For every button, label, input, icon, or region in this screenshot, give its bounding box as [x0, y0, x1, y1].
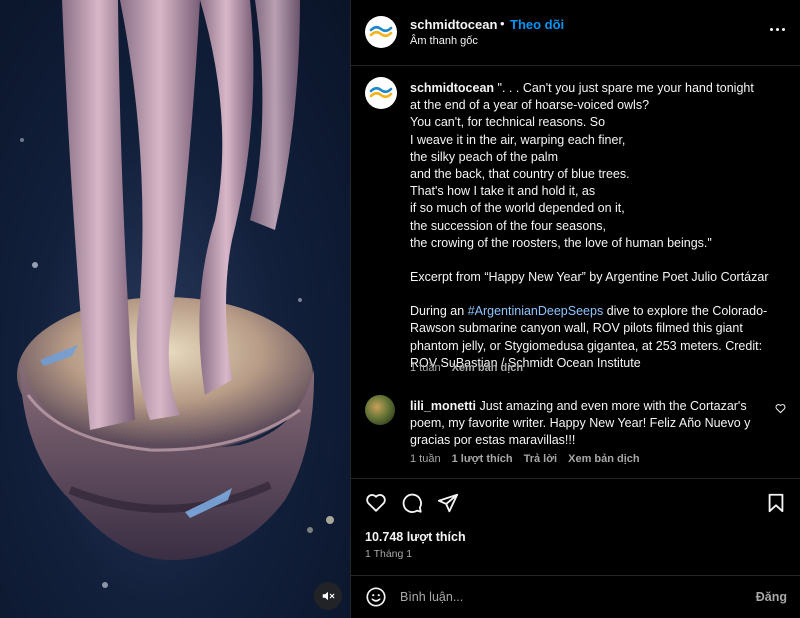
caption-line-text: ". . . Can't you just spare me your hand…	[497, 81, 754, 95]
comment-bubble-icon[interactable]	[401, 492, 423, 514]
caption-author-avatar[interactable]	[365, 77, 397, 109]
comment-meta: 1 tuần 1 lượt thích Trả lời Xem bản dịch	[410, 453, 640, 465]
emoji-icon[interactable]	[365, 586, 387, 608]
caption-excerpt: Excerpt from “Happy New Year” by Argenti…	[410, 270, 769, 285]
phantom-jelly-video-frame	[17, 0, 334, 588]
caption-line: schmidtocean ". . . Can't you just spare…	[410, 80, 786, 97]
comment-input[interactable]	[400, 584, 730, 610]
author-username[interactable]: schmidtocean	[410, 17, 497, 32]
caption-line: if so much of the world depended on it,	[410, 201, 625, 216]
comment-item: lili_monetti Just amazing and even more …	[410, 398, 766, 450]
comment-likes-count[interactable]: 1 lượt thích	[452, 453, 513, 465]
commenter-username[interactable]: lili_monetti	[410, 399, 476, 413]
post-video[interactable]	[0, 0, 350, 618]
caption-description-text: During an	[410, 304, 468, 319]
original-audio-link[interactable]: Âm thanh gốc	[410, 35, 478, 47]
share-paper-plane-icon[interactable]	[437, 492, 459, 514]
caption-meta: 1 tuần Xem bản dịch	[410, 362, 523, 374]
header-separator: •	[500, 16, 505, 31]
post-actions-bar	[351, 478, 800, 528]
caption-username[interactable]: schmidtocean	[410, 81, 494, 95]
post-header: schmidtocean • Theo dõi Âm thanh gốc	[351, 0, 800, 66]
post-caption: schmidtocean ". . . Can't you just spare…	[410, 80, 786, 372]
likes-count[interactable]: 10.748 lượt thích	[365, 530, 466, 544]
author-avatar[interactable]	[365, 16, 397, 48]
caption-line: the succession of the four seasons,	[410, 218, 606, 233]
caption-line: the crowing of the roosters, the love of…	[410, 235, 712, 250]
save-bookmark-icon[interactable]	[765, 492, 787, 514]
schmidt-ocean-logo-icon	[369, 86, 393, 99]
hashtag-link[interactable]: #ArgentinianDeepSeeps	[468, 304, 604, 318]
follow-button[interactable]: Theo dõi	[510, 17, 564, 32]
comment-time[interactable]: 1 tuần	[410, 453, 441, 465]
see-translation-button[interactable]: Xem bản dịch	[452, 362, 524, 374]
commenter-avatar[interactable]	[365, 395, 395, 425]
comment-composer: Đăng	[351, 575, 800, 618]
caption-line: the silky peach of the palm	[410, 149, 558, 164]
caption-line: You can't, for technical reasons. So	[410, 115, 606, 130]
mute-button[interactable]	[314, 582, 342, 610]
post-comment-button[interactable]: Đăng	[756, 590, 787, 604]
comment-see-translation-button[interactable]: Xem bản dịch	[568, 453, 640, 465]
reply-button[interactable]: Trả lời	[524, 453, 558, 465]
post-date[interactable]: 1 Tháng 1	[365, 548, 412, 560]
comment-like-heart-icon[interactable]	[775, 403, 786, 414]
caption-line: at the end of a year of hoarse-voiced ow…	[410, 98, 650, 113]
caption-line: I weave it in the air, warping each fine…	[410, 132, 626, 147]
caption-line: and the back, that country of blue trees…	[410, 167, 630, 182]
more-options-icon[interactable]	[770, 28, 785, 31]
caption-line: That's how I take it and hold it, as	[410, 184, 596, 199]
like-heart-icon[interactable]	[365, 492, 387, 514]
caption-time[interactable]: 1 tuần	[410, 362, 441, 374]
schmidt-ocean-logo-icon	[369, 25, 393, 38]
speaker-muted-icon	[322, 591, 335, 601]
post-detail-panel: schmidtocean • Theo dõi Âm thanh gốc sch…	[350, 0, 800, 618]
